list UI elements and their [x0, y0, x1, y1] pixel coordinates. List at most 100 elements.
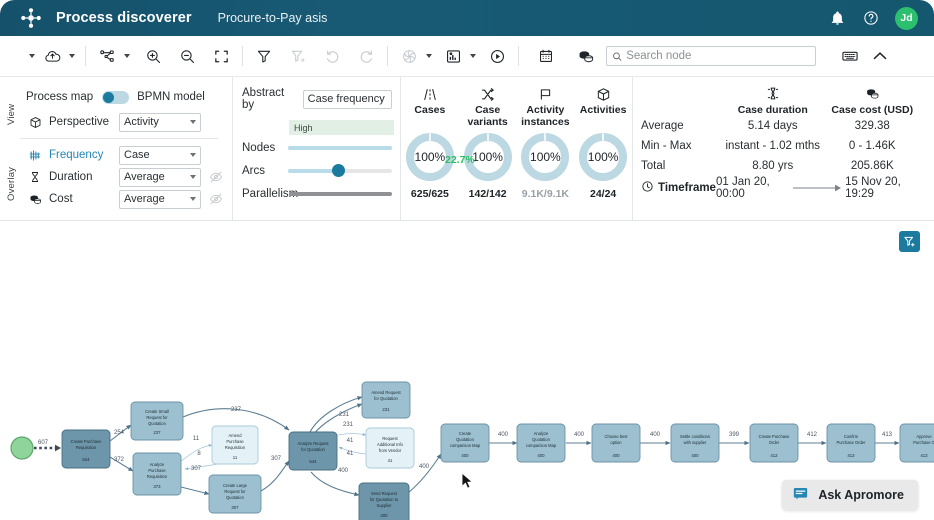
svg-text:237: 237	[153, 430, 161, 435]
edge-label: 237	[231, 407, 242, 413]
svg-text:Purchase O: Purchase O	[913, 440, 934, 445]
node-amend-request-for-quotation[interactable]: Amend Request for Quotation 231	[361, 381, 411, 419]
node-analyze-request-for-quotation[interactable]: Analyze Request for Quotation 544	[288, 431, 338, 471]
abstraction-panel: Abstract by Case frequency High Nodes Ar…	[232, 77, 400, 220]
node-send-request-for-quotation-to-supplier[interactable]: Send Request for Quotation to Supplier 4…	[358, 482, 410, 520]
node-create-purchase-order[interactable]: Create Purchase Order 412	[749, 423, 799, 463]
svg-text:11: 11	[233, 455, 238, 460]
eye-off-icon[interactable]	[208, 170, 224, 184]
fit-to-screen-icon[interactable]	[207, 42, 235, 70]
stats-chevron-down-icon[interactable]	[470, 54, 476, 58]
help-circle-icon[interactable]	[861, 8, 881, 28]
svg-text:Confirm: Confirm	[844, 434, 859, 439]
filter-icon[interactable]	[250, 42, 278, 70]
node-settle-conditions-with-supplier[interactable]: Settle conditions with supplier 400	[670, 423, 720, 463]
process-map-graph[interactable]: Create Purchase Requisition 624 Create S…	[0, 221, 934, 520]
keyboard-shortcuts-icon[interactable]	[836, 42, 864, 70]
redo-icon[interactable]	[352, 42, 380, 70]
frequency-select[interactable]: Case	[119, 145, 201, 165]
export-chevron-down-icon[interactable]	[69, 54, 75, 58]
perspective-chevron-down-icon[interactable]	[426, 54, 432, 58]
main-toolbar	[0, 36, 934, 77]
undo-icon[interactable]	[318, 42, 346, 70]
node-create-large-request-for-quotation[interactable]: Create Large Request for Quotation 307	[208, 474, 262, 514]
avatar[interactable]: Jd	[895, 6, 918, 30]
calendar-icon[interactable]	[532, 42, 560, 70]
process-map-canvas[interactable]: Create Purchase Requisition 624 Create S…	[0, 221, 934, 520]
clear-filter-icon[interactable]	[284, 42, 312, 70]
metrics-key: Average	[641, 120, 684, 132]
donut-cases[interactable]: Cases 100% 625/625	[401, 85, 459, 220]
app-header: Process discoverer Procure-to-Pay asis J…	[0, 0, 934, 36]
svg-text:400: 400	[537, 453, 545, 458]
node-analyze-quotation-comparison-map[interactable]: Analyze Quotation comparison Map 400	[516, 423, 566, 463]
chevron-up-icon[interactable]	[866, 42, 894, 70]
node-request-additional-info-from-vendor[interactable]: Request Additional Info from Vendor 41	[365, 427, 415, 469]
svg-text:400: 400	[380, 513, 388, 518]
svg-text:from Vendor: from Vendor	[379, 448, 402, 453]
slider-row-parallelism: Parallelism	[242, 183, 392, 204]
notifications-bell-icon[interactable]	[827, 8, 847, 28]
node-analyze-purchase-requisition[interactable]: Analyze Purchase Requisition 373	[132, 452, 182, 496]
edge-label: 11	[193, 436, 200, 442]
svg-text:option: option	[610, 440, 622, 445]
activity-flag-icon	[538, 85, 553, 102]
node-amend-purchase-requisition[interactable]: Amend Purchase Requisition 11	[211, 425, 259, 465]
svg-text:Purchase Order: Purchase Order	[837, 440, 867, 445]
ask-apromore-button[interactable]: Ask Apromore	[782, 480, 918, 510]
edge-label: 400	[498, 432, 509, 438]
svg-text:for Quotation: for Quotation	[374, 396, 398, 401]
abstract-by-select[interactable]: Case frequency	[302, 89, 392, 109]
donut-metrics-panel: 22.7% Cases 100% 625/625 Case variants 1…	[400, 77, 632, 220]
node-create-small-request-for-quotation[interactable]: Create Small Request for Quotation 237	[130, 401, 184, 441]
page-title: Process discoverer	[56, 10, 192, 26]
arcs-slider[interactable]	[288, 164, 392, 177]
export-cloud-icon[interactable]	[38, 42, 66, 70]
chevron-down-icon[interactable]	[29, 54, 35, 58]
metrics-row-total: Total 8.80 yrs 205.86K	[641, 156, 922, 176]
edge-label: 400	[574, 432, 585, 438]
svg-text:412: 412	[770, 453, 778, 458]
donut-activity-instances[interactable]: Activity instances 100% 9.1K/9.1K	[517, 85, 575, 220]
donut-case-variants[interactable]: Case variants 100% 142/142	[459, 85, 517, 220]
layout-chevron-down-icon[interactable]	[124, 54, 130, 58]
node-confirm-purchase-order[interactable]: Confirm Purchase Order 413	[826, 423, 876, 463]
node-choose-best-option[interactable]: Choose best option 400	[591, 423, 641, 463]
parallelism-slider[interactable]	[289, 191, 392, 196]
svg-text:Quotation: Quotation	[456, 437, 474, 442]
node-approve-purchase-order[interactable]: Approve Purchase O 413	[899, 423, 934, 463]
eye-off-icon[interactable]	[208, 192, 224, 206]
graph-layout-icon[interactable]	[93, 42, 121, 70]
svg-text:Requisition: Requisition	[225, 445, 246, 450]
slider-thumb[interactable]	[331, 164, 345, 177]
overlay-row-duration: Duration Average	[26, 166, 232, 188]
node-create-purchase-requisition[interactable]: Create Purchase Requisition 624	[61, 429, 111, 469]
map-model-toggle[interactable]	[102, 90, 130, 104]
process-discoverer-app: Process discoverer Procure-to-Pay asis J…	[0, 0, 934, 520]
timeframe-row: Timeframe 01 Jan 20, 00:00 15 Nov 20, 19…	[641, 176, 922, 200]
apromore-logo-icon[interactable]	[18, 5, 44, 31]
cost-coins-icon[interactable]	[572, 42, 600, 70]
donut-activities[interactable]: Activities 100% 24/24	[574, 85, 632, 220]
zoom-out-icon[interactable]	[173, 42, 201, 70]
zoom-in-icon[interactable]	[139, 42, 167, 70]
chart-stats-icon[interactable]	[439, 42, 467, 70]
search-node-container[interactable]	[606, 46, 816, 66]
duration-select[interactable]: Average	[119, 167, 201, 187]
nodes-slider[interactable]	[288, 145, 392, 150]
search-input[interactable]	[626, 50, 810, 62]
edge-label: 372	[114, 457, 125, 463]
svg-text:Create Purchase: Create Purchase	[71, 439, 102, 444]
start-event-icon[interactable]	[10, 436, 34, 460]
svg-text:231: 231	[382, 407, 390, 412]
perspective-select[interactable]: Activity	[119, 112, 201, 132]
node-create-quotation-comparison-map[interactable]: Create Quotation comparison Map 400	[440, 423, 490, 463]
svg-text:Request for: Request for	[224, 489, 246, 494]
cost-select[interactable]: Average	[119, 189, 201, 209]
svg-text:Additional Info: Additional Info	[377, 442, 404, 447]
chat-bubble-icon	[792, 485, 809, 505]
perspective-wheel-icon[interactable]	[395, 42, 423, 70]
metrics-header: Case duration Case cost (USD)	[641, 85, 922, 116]
svg-text:Analyze Request: Analyze Request	[298, 441, 330, 446]
play-animation-icon[interactable]	[483, 42, 511, 70]
